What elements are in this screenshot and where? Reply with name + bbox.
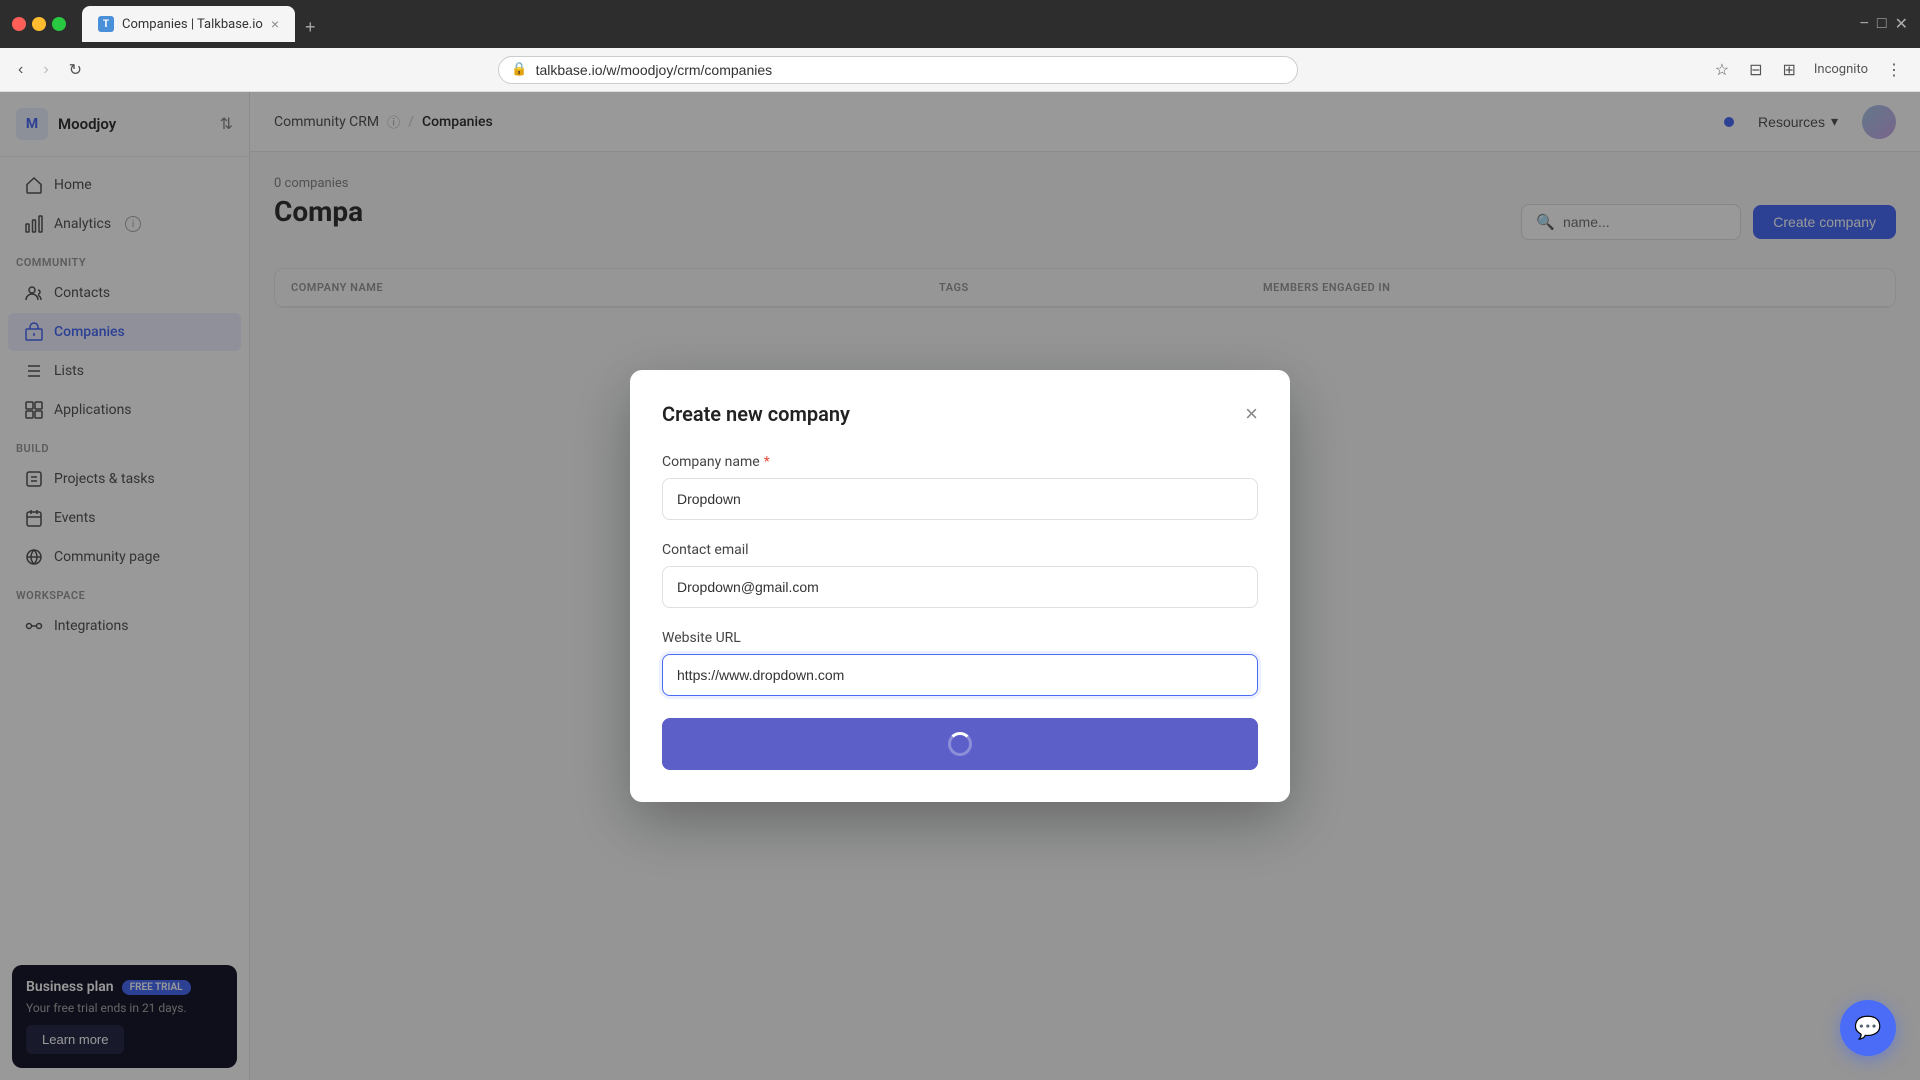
browser-minimize-button[interactable] xyxy=(32,17,46,31)
loading-spinner xyxy=(948,732,972,756)
chat-icon: 💬 xyxy=(1854,1015,1881,1041)
browser-chrome: T Companies | Talkbase.io × + − □ ✕ xyxy=(0,0,1920,48)
tab-favicon: T xyxy=(98,16,114,32)
nav-back-button[interactable]: ‹ xyxy=(12,57,29,83)
create-company-modal: Create new company × Company name * Cont… xyxy=(630,370,1290,802)
modal-submit-button[interactable] xyxy=(662,718,1258,770)
url-input[interactable] xyxy=(536,62,1286,78)
company-name-input[interactable] xyxy=(662,478,1258,520)
modal-title: Create new company xyxy=(662,402,850,426)
contact-email-label: Contact email xyxy=(662,542,1258,558)
company-name-field-group: Company name * xyxy=(662,454,1258,520)
contact-email-input[interactable] xyxy=(662,566,1258,608)
website-url-field-group: Website URL xyxy=(662,630,1258,696)
company-name-label: Company name * xyxy=(662,454,1258,470)
browser-maximize-button[interactable] xyxy=(52,17,66,31)
tab-title: Companies | Talkbase.io xyxy=(122,17,263,32)
browser-window-actions: − □ ✕ xyxy=(1860,14,1908,34)
browser-window-controls xyxy=(12,17,66,31)
new-tab-button[interactable]: + xyxy=(297,13,324,42)
nav-refresh-button[interactable]: ↻ xyxy=(63,56,88,84)
website-url-label: Website URL xyxy=(662,630,1258,646)
browser-close-button[interactable] xyxy=(12,17,26,31)
reader-mode-button[interactable]: ⊟ xyxy=(1743,58,1768,82)
address-bar-row: ‹ › ↻ 🔒 ☆ ⊟ ⊞ Incognito ⋮ xyxy=(0,48,1920,92)
nav-forward-button[interactable]: › xyxy=(37,57,54,83)
address-bar[interactable]: 🔒 xyxy=(498,56,1298,84)
browser-tabs: T Companies | Talkbase.io × + xyxy=(82,6,1844,42)
tab-close-button[interactable]: × xyxy=(271,16,279,32)
bookmark-button[interactable]: ☆ xyxy=(1709,58,1735,82)
active-browser-tab[interactable]: T Companies | Talkbase.io × xyxy=(82,6,295,42)
contact-email-field-group: Contact email xyxy=(662,542,1258,608)
browser-close-action[interactable]: ✕ xyxy=(1895,14,1908,34)
chat-button[interactable]: 💬 xyxy=(1840,1000,1896,1056)
modal-overlay[interactable]: Create new company × Company name * Cont… xyxy=(0,92,1920,1080)
required-star: * xyxy=(764,454,770,470)
browser-minimize-action[interactable]: − xyxy=(1860,15,1869,33)
lock-icon: 🔒 xyxy=(511,62,527,77)
split-view-button[interactable]: ⊞ xyxy=(1776,58,1801,82)
modal-header: Create new company × xyxy=(662,402,1258,426)
incognito-label: Incognito xyxy=(1814,62,1868,77)
browser-maximize-action[interactable]: □ xyxy=(1877,15,1887,33)
browser-toolbar-actions: ☆ ⊟ ⊞ Incognito ⋮ xyxy=(1709,58,1908,82)
browser-menu-button[interactable]: ⋮ xyxy=(1880,58,1908,82)
modal-close-button[interactable]: × xyxy=(1245,403,1258,425)
website-url-input[interactable] xyxy=(662,654,1258,696)
